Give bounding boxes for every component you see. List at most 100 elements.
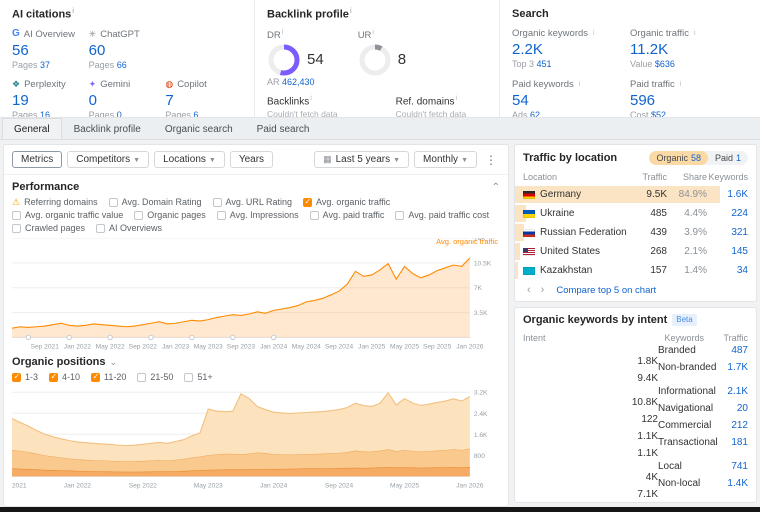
paid-keywords-value[interactable]: 54 bbox=[512, 92, 529, 109]
tab-general[interactable]: General bbox=[2, 118, 62, 139]
competitors-filter-button[interactable]: Competitors▼ bbox=[67, 151, 149, 168]
keywords-link[interactable]: 2.1K bbox=[704, 386, 748, 397]
gemini-icon: ✦ bbox=[89, 80, 97, 89]
cost-amount[interactable]: $52 bbox=[651, 110, 666, 117]
keywords-link[interactable]: 1.4K bbox=[704, 478, 748, 489]
info-icon: i bbox=[282, 29, 284, 36]
keywords-link[interactable]: 145 bbox=[707, 246, 748, 257]
locations-filter-button[interactable]: Locations▼ bbox=[154, 151, 225, 168]
top3-count[interactable]: 451 bbox=[537, 59, 552, 69]
keywords-link[interactable]: 487 bbox=[704, 345, 748, 356]
copilot-count[interactable]: 7 bbox=[165, 92, 173, 109]
keywords-link[interactable]: 212 bbox=[704, 420, 748, 431]
metric-avg-url-rating[interactable]: Avg. URL Rating bbox=[213, 197, 293, 207]
metric-avg-organic-traffic-value[interactable]: Avg. organic traffic value bbox=[12, 210, 123, 220]
tab-backlink-profile[interactable]: Backlink profile bbox=[62, 118, 153, 139]
location-row-ukraine[interactable]: Ukraine 485 4.4% 224 bbox=[515, 204, 756, 223]
location-row-germany[interactable]: Germany 9.5K 84.9% 1.6K bbox=[515, 185, 756, 204]
keywords-link[interactable]: 34 bbox=[707, 265, 748, 276]
ads-count[interactable]: 62 bbox=[530, 110, 540, 117]
keywords-link[interactable]: 181 bbox=[704, 437, 748, 448]
dr-donut-chart bbox=[267, 43, 301, 77]
performance-metric-toggles: ⚠Referring domains Avg. Domain Rating Av… bbox=[4, 196, 508, 235]
keywords-link[interactable]: 1.6K bbox=[707, 189, 748, 200]
metric-crawled-pages[interactable]: Crawled pages bbox=[12, 223, 85, 233]
pages-count[interactable]: 37 bbox=[40, 60, 50, 70]
metric-avg-impressions[interactable]: Avg. Impressions bbox=[217, 210, 299, 220]
intent-row-informational[interactable]: Informational 2.1K 10.8K bbox=[515, 386, 756, 403]
ai-cell-empty bbox=[165, 29, 242, 70]
organic-traffic-value[interactable]: 11.2K bbox=[630, 41, 668, 58]
checkbox-icon bbox=[310, 211, 319, 220]
chatgpt-count[interactable]: 60 bbox=[89, 42, 106, 59]
positions-filter-21-50[interactable]: 21-50 bbox=[137, 372, 173, 382]
ai-cell-chatgpt: ✳ChatGPT 60 Pages 66 bbox=[89, 29, 166, 70]
col-location[interactable]: Location bbox=[523, 172, 627, 182]
right-sidebar: Traffic by location Organic58 Paid1 Loca… bbox=[514, 144, 757, 507]
metrics-filter-button[interactable]: Metrics bbox=[12, 151, 62, 168]
keywords-link[interactable]: 321 bbox=[707, 227, 748, 238]
toggle-label: Organic bbox=[656, 153, 688, 163]
years-filter-button[interactable]: Years bbox=[230, 151, 273, 168]
positions-filter-4-10[interactable]: 4-10 bbox=[49, 372, 80, 382]
country-name: United States bbox=[540, 246, 600, 257]
gemini-count[interactable]: 0 bbox=[89, 92, 97, 109]
intent-row-branded[interactable]: Branded 487 1.8K bbox=[515, 345, 756, 362]
compare-top5-link[interactable]: Compare top 5 on chart bbox=[556, 285, 656, 296]
toggle-organic[interactable]: Organic58 bbox=[649, 151, 708, 165]
ur-donut-chart bbox=[358, 43, 392, 77]
next-page-icon[interactable]: › bbox=[537, 284, 549, 296]
metric-avg-organic-traffic[interactable]: Avg. organic traffic bbox=[303, 197, 390, 207]
metric-ai-overviews[interactable]: AI Overviews bbox=[96, 223, 162, 233]
col-traffic[interactable]: Traffic bbox=[627, 172, 667, 182]
more-options-icon[interactable]: ⋮ bbox=[482, 153, 500, 167]
tab-organic-search[interactable]: Organic search bbox=[153, 118, 245, 139]
pages-count[interactable]: 0 bbox=[117, 110, 122, 117]
location-row-united-states[interactable]: United States 268 2.1% 145 bbox=[515, 242, 756, 261]
collapse-icon[interactable]: ⌃ bbox=[492, 182, 500, 193]
organic-keywords-value[interactable]: 2.2K bbox=[512, 41, 543, 58]
pages-label: Pages bbox=[12, 60, 38, 70]
date-range-button[interactable]: ▦Last 5 years▼ bbox=[314, 151, 409, 168]
metric-avg-domain-rating[interactable]: Avg. Domain Rating bbox=[109, 197, 202, 207]
location-row-kazakhstan[interactable]: Kazakhstan 157 1.4% 34 bbox=[515, 261, 756, 280]
keywords-link[interactable]: 224 bbox=[707, 208, 748, 219]
prev-page-icon[interactable]: ‹ bbox=[523, 284, 535, 296]
keywords-link[interactable]: 20 bbox=[704, 403, 748, 414]
metric-label: Paid keywords bbox=[512, 79, 574, 90]
pages-count[interactable]: 6 bbox=[193, 110, 198, 117]
svg-text:3.2K: 3.2K bbox=[474, 390, 488, 397]
keywords-link[interactable]: 741 bbox=[704, 461, 748, 472]
tab-paid-search[interactable]: Paid search bbox=[245, 118, 322, 139]
chevron-down-icon[interactable]: ⌄ bbox=[110, 357, 118, 368]
paid-traffic-value[interactable]: 596 bbox=[630, 92, 655, 109]
perplexity-count[interactable]: 19 bbox=[12, 92, 29, 109]
metric-organic-pages[interactable]: Organic pages bbox=[134, 210, 206, 220]
positions-filter-11-20[interactable]: 11-20 bbox=[91, 372, 126, 382]
positions-filter-51plus[interactable]: 51+ bbox=[184, 372, 212, 382]
pages-count[interactable]: 16 bbox=[40, 110, 50, 117]
traffic-by-location-card: Traffic by location Organic58 Paid1 Loca… bbox=[514, 144, 757, 302]
ai-cell-ai-overview: GAI Overview 56 Pages 37 bbox=[12, 29, 89, 70]
organic-positions-stacked-chart: 8001.6K2.4K3.2KMay 2021Jan 2022Sep 2022M… bbox=[12, 387, 500, 489]
svg-text:Jan 2023: Jan 2023 bbox=[162, 343, 190, 350]
intent-row-local[interactable]: Local 741 4K bbox=[515, 461, 756, 478]
metric-avg-paid-traffic[interactable]: Avg. paid traffic bbox=[310, 210, 385, 220]
keywords-link[interactable]: 1.7K bbox=[704, 362, 748, 373]
warning-icon: ⚠ bbox=[12, 198, 20, 207]
share-value: 84.9% bbox=[667, 189, 707, 200]
ai-overview-count[interactable]: 56 bbox=[12, 42, 29, 59]
location-row-russian-federation[interactable]: Russian Federation 439 3.9% 321 bbox=[515, 223, 756, 242]
metric-referring-domains[interactable]: ⚠Referring domains bbox=[12, 197, 98, 207]
toggle-paid[interactable]: Paid1 bbox=[708, 151, 748, 165]
col-share[interactable]: Share bbox=[667, 172, 707, 182]
granularity-button[interactable]: Monthly▼ bbox=[414, 151, 477, 168]
traffic-value-amount[interactable]: $636 bbox=[655, 59, 675, 69]
positions-filter-1-3[interactable]: 1-3 bbox=[12, 372, 38, 382]
intent-label: Non-local bbox=[658, 478, 704, 489]
pages-count[interactable]: 66 bbox=[117, 60, 127, 70]
col-keywords[interactable]: Keywords bbox=[707, 172, 748, 182]
metric-avg-paid-traffic-cost[interactable]: Avg. paid traffic cost bbox=[395, 210, 489, 220]
keywords-by-intent-card: Organic keywords by intent Beta Intent K… bbox=[514, 307, 757, 503]
ar-value[interactable]: 462,430 bbox=[282, 77, 315, 87]
